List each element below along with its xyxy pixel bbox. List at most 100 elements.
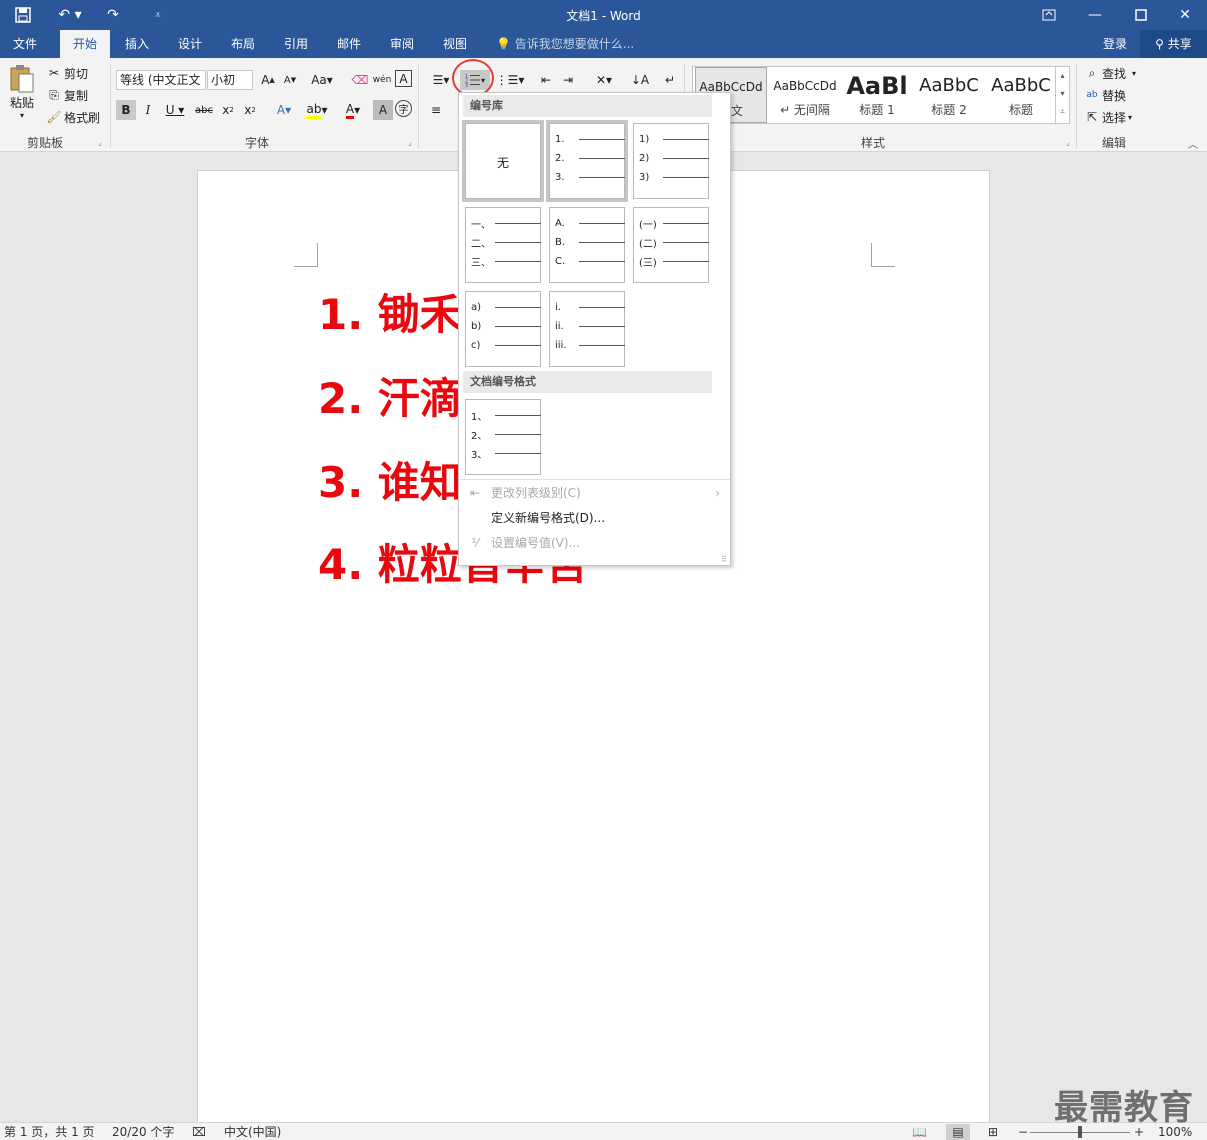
page-count[interactable]: 第 1 页，共 1 页 (4, 1124, 95, 1140)
ribbon-display-icon[interactable] (1026, 0, 1072, 30)
zoom-out-icon[interactable]: − (1018, 1124, 1028, 1140)
word-count[interactable]: 20/20 个字 (112, 1124, 174, 1140)
grow-font-icon[interactable]: A ▲ (258, 70, 278, 90)
phonetic-guide-icon[interactable]: wén (372, 70, 392, 90)
proofing-icon[interactable]: ⌧ (192, 1124, 206, 1140)
tile-label: i. (555, 301, 561, 313)
tab-home[interactable]: 开始 (60, 30, 110, 58)
chinese-layout-icon[interactable]: ✕▾ (590, 70, 618, 90)
increase-indent-icon[interactable]: ⇥ (558, 70, 578, 90)
replace-button[interactable]: ab 替换 (1084, 86, 1126, 104)
tile-line (579, 157, 625, 159)
copy-label: 复制 (64, 88, 89, 103)
list-item[interactable]: 3. 谁知 (318, 449, 462, 510)
paste-button[interactable]: 粘贴 ▾ (6, 64, 38, 124)
underline-icon[interactable]: U ▾ (160, 100, 190, 120)
numbering-tile-paren[interactable]: 1) 2) 3) (633, 123, 709, 199)
tab-review[interactable]: 审阅 (377, 30, 427, 58)
cut-button[interactable]: ✂ 剪切 (46, 64, 88, 82)
style-no-spacing[interactable]: AaBbCcDd ↵ 无间隔 (769, 67, 841, 123)
decrease-indent-icon[interactable]: ⇤ (536, 70, 556, 90)
collapse-ribbon-icon[interactable]: ︿ (1188, 136, 1198, 151)
numbering-tile-document[interactable]: 1、 2、 3、 (465, 399, 541, 475)
print-layout-icon[interactable]: ▤ (946, 1124, 970, 1140)
find-button[interactable]: ⌕ 查找 ▾ (1084, 64, 1136, 82)
tell-me-box[interactable]: 💡 告诉我您想要做什么... (496, 30, 634, 58)
minimize-icon[interactable]: — (1072, 0, 1118, 30)
style-heading-2[interactable]: AaBbC 标题 2 (913, 67, 985, 123)
numbering-tile-chinese-paren[interactable]: (一) (二) (三) (633, 207, 709, 283)
tab-design[interactable]: 设计 (165, 30, 215, 58)
set-numbering-value-item[interactable]: ⅟ 设置编号值(V)... (459, 531, 730, 555)
web-layout-icon[interactable]: ⊞ (988, 1124, 998, 1140)
style-heading-1[interactable]: AaBl 标题 1 (841, 67, 913, 123)
copy-button[interactable]: ⎘ 复制 (46, 86, 88, 104)
subscript-icon[interactable]: x2 (218, 100, 238, 120)
strikethrough-icon[interactable]: abc (194, 100, 214, 120)
style-title[interactable]: AaBbC 标题 (985, 67, 1057, 123)
show-marks-icon[interactable]: ↵ (660, 70, 680, 90)
tile-line (663, 222, 709, 224)
align-left-icon[interactable]: ≡ (426, 100, 446, 120)
maximize-icon[interactable] (1118, 0, 1164, 30)
format-painter-button[interactable]: 🖌 格式刷 (46, 108, 100, 126)
share-button[interactable]: ⚲ 共享 (1140, 30, 1207, 58)
highlight-icon[interactable]: ab ▾ (302, 100, 332, 120)
tile-label: (一) (639, 219, 657, 231)
superscript-icon[interactable]: x2 (240, 100, 260, 120)
read-mode-icon[interactable]: 📖 (912, 1124, 927, 1140)
numbering-tile-chinese[interactable]: 一、 二、 三、 (465, 207, 541, 283)
language-indicator[interactable]: 中文(中国) (224, 1124, 281, 1140)
tell-me-text: 告诉我您想要做什么... (514, 37, 635, 51)
dialog-launcher-icon[interactable]: ⌟ (1066, 138, 1070, 147)
tab-file[interactable]: 文件 (0, 30, 50, 58)
change-list-level-item[interactable]: ⇤ 更改列表级别(C) › (459, 481, 730, 505)
dialog-launcher-icon[interactable]: ⌟ (98, 138, 102, 147)
character-shading-icon[interactable]: A (373, 100, 393, 120)
font-name-combo[interactable]: 等线 (中文正文 (116, 70, 206, 90)
numbering-tile-lower-roman[interactable]: i. ii. iii. (549, 291, 625, 367)
list-item[interactable]: 2. 汗滴 (318, 365, 462, 426)
tile-line (495, 414, 541, 416)
list-item[interactable]: 1. 锄禾 (318, 281, 462, 342)
select-button[interactable]: ⇱ 选择 ▾ (1084, 108, 1132, 126)
tile-label: 2) (639, 152, 650, 164)
dialog-launcher-icon[interactable]: ⌟ (408, 138, 412, 147)
gallery-scroll[interactable]: ▴ ▾ ⩡ (1055, 67, 1069, 123)
font-group-label: 字体 (244, 136, 269, 150)
numbering-none-tile[interactable]: 无 (462, 120, 544, 202)
numbering-tile-lower-alpha[interactable]: a) b) c) (465, 291, 541, 367)
tab-mailings[interactable]: 邮件 (324, 30, 374, 58)
tab-view[interactable]: 视图 (430, 30, 480, 58)
font-size-combo[interactable]: 小初 (207, 70, 253, 90)
resize-grip-icon[interactable]: ⠿ (721, 555, 727, 564)
format-painter-label: 格式刷 (64, 110, 101, 125)
multilevel-list-icon[interactable]: ⋮☰▾ (496, 70, 525, 90)
person-icon: ⚲ (1155, 37, 1164, 51)
shrink-font-icon[interactable]: A ▼ (280, 70, 300, 90)
search-icon: ⌕ (1088, 65, 1096, 80)
close-icon[interactable]: ✕ (1162, 0, 1207, 30)
chevron-down-icon: ▾ (1132, 68, 1137, 78)
login-link[interactable]: 登录 (1103, 30, 1127, 58)
tab-insert[interactable]: 插入 (112, 30, 162, 58)
numbering-tile-upper-alpha[interactable]: A. B. C. (549, 207, 625, 283)
italic-icon[interactable]: I (138, 100, 158, 120)
define-new-format-item[interactable]: 定义新编号格式(D)... (459, 506, 730, 530)
numbering-tile-decimal[interactable]: 1. 2. 3. (546, 120, 628, 202)
tile-line (663, 138, 709, 140)
tile-label: 二、 (471, 238, 491, 250)
clipboard-group-label: 剪贴板 (26, 136, 63, 150)
text-effects-icon[interactable]: A▾ (270, 100, 298, 120)
sort-icon[interactable]: ↓A (630, 70, 650, 90)
bold-icon[interactable]: B (116, 100, 136, 120)
menu-label: 设置编号值(V)... (491, 536, 581, 550)
tab-references[interactable]: 引用 (271, 30, 321, 58)
tile-line (495, 241, 541, 243)
tab-layout[interactable]: 布局 (218, 30, 268, 58)
character-border-icon[interactable]: A (395, 70, 412, 87)
clear-formatting-icon[interactable]: ⌫ (350, 70, 370, 90)
enclose-characters-icon[interactable]: 字 (395, 100, 412, 117)
change-case-icon[interactable]: Aa▾ (308, 70, 336, 90)
font-color-icon[interactable]: A ▾ (338, 100, 368, 120)
